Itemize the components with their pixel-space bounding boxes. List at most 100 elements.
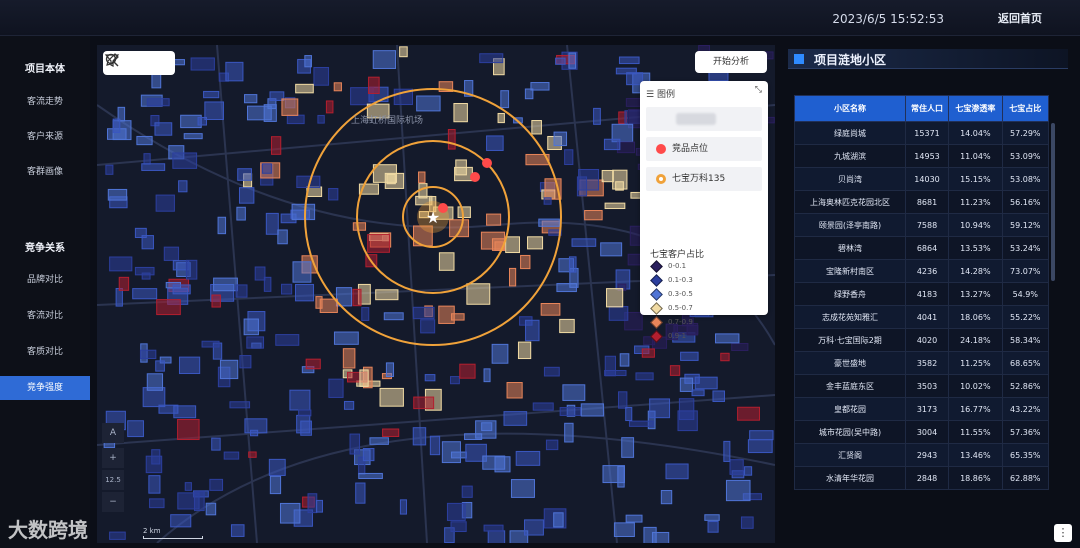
community-block[interactable] [643, 526, 657, 543]
community-block[interactable] [205, 502, 217, 516]
community-block[interactable] [127, 420, 144, 438]
community-block[interactable] [613, 522, 635, 538]
community-block[interactable] [235, 284, 248, 298]
competitor-marker[interactable] [470, 172, 480, 182]
community-block[interactable] [429, 435, 441, 456]
community-block[interactable] [244, 94, 258, 104]
community-block[interactable] [190, 57, 215, 71]
community-block[interactable] [399, 499, 407, 515]
legend-search-box[interactable] [646, 107, 762, 131]
community-block[interactable] [649, 398, 671, 419]
table-row[interactable]: 豪世盛地 3582 11.25% 68.65% [794, 351, 1050, 375]
community-block[interactable] [555, 57, 566, 65]
community-block[interactable] [319, 298, 338, 313]
community-block[interactable] [506, 382, 523, 399]
community-block[interactable] [277, 229, 288, 245]
community-block[interactable] [480, 231, 506, 250]
table-row[interactable]: 水清年华花园 2848 18.86% 62.88% [794, 466, 1050, 490]
community-block[interactable] [223, 451, 240, 460]
community-block[interactable] [618, 56, 640, 65]
community-block[interactable] [172, 284, 191, 295]
community-table-wrap[interactable]: 小区名称 常住人口 七宝渗透率 七宝占比 绿庭尚城 15371 14.04% 57.29% 九… [794, 95, 1052, 527]
table-header-cell[interactable]: 七宝占比 [1001, 95, 1050, 122]
community-block[interactable] [265, 212, 279, 235]
community-block[interactable] [115, 288, 123, 307]
community-block[interactable] [204, 101, 224, 120]
community-block[interactable] [163, 246, 180, 261]
community-block[interactable] [707, 521, 719, 533]
community-block[interactable] [438, 305, 455, 324]
community-block[interactable] [660, 490, 673, 505]
community-block[interactable] [483, 368, 491, 383]
community-block[interactable] [453, 103, 468, 123]
community-block[interactable] [136, 135, 153, 146]
community-block[interactable] [545, 439, 559, 451]
community-block[interactable] [461, 485, 473, 498]
map-view[interactable]: ★ 上海虹桥国际机场 开始分析 ☰ 图例 ⤡ 竞品点位 七宝万科135 七宝客户… [97, 45, 775, 543]
community-block[interactable] [413, 396, 435, 410]
community-block[interactable] [424, 374, 436, 382]
community-block[interactable] [520, 254, 531, 270]
community-block[interactable] [238, 187, 255, 204]
community-block[interactable] [466, 283, 491, 305]
community-block[interactable] [749, 430, 774, 441]
community-block[interactable] [141, 163, 166, 171]
community-block[interactable] [177, 418, 200, 441]
table-row[interactable]: 颐景园(泽亭南路) 7588 10.94% 59.12% [794, 213, 1050, 237]
project-star-marker[interactable]: ★ [426, 208, 440, 227]
competitor-marker[interactable] [482, 158, 492, 168]
community-block[interactable] [149, 498, 165, 509]
table-row[interactable]: 碧林湾 6864 13.53% 53.24% [794, 236, 1050, 260]
table-row[interactable]: 绿野香舟 4183 13.27% 54.9% [794, 282, 1050, 306]
legend-competitor-item[interactable]: 竞品点位 [646, 137, 762, 161]
community-block[interactable] [562, 384, 586, 401]
community-block[interactable] [564, 149, 574, 166]
community-block[interactable] [479, 53, 504, 64]
community-block[interactable] [155, 360, 165, 372]
community-block[interactable] [532, 402, 554, 411]
community-block[interactable] [263, 104, 277, 122]
community-block[interactable] [438, 252, 455, 271]
community-block[interactable] [292, 261, 312, 283]
community-block[interactable] [154, 122, 173, 136]
community-block[interactable] [747, 439, 773, 454]
zoom-in-button[interactable]: + [102, 448, 124, 468]
sidebar-item-customer-profile[interactable]: 客群画像 [0, 160, 90, 184]
community-block[interactable] [543, 366, 560, 377]
community-block[interactable] [379, 387, 404, 407]
community-block[interactable] [358, 472, 383, 480]
community-block[interactable] [725, 479, 751, 502]
community-block[interactable] [454, 166, 473, 182]
community-block[interactable] [737, 406, 760, 421]
community-block[interactable] [441, 441, 461, 464]
community-block[interactable] [178, 180, 188, 193]
community-block[interactable] [571, 238, 597, 247]
start-analysis-button[interactable]: 开始分析 [695, 51, 767, 73]
community-block[interactable] [184, 482, 192, 491]
community-block[interactable] [712, 390, 725, 402]
community-block[interactable] [289, 389, 311, 411]
community-block[interactable] [625, 406, 633, 422]
community-block[interactable] [505, 236, 521, 254]
community-block[interactable] [568, 52, 577, 69]
community-block[interactable] [568, 256, 577, 273]
community-block[interactable] [328, 188, 339, 201]
community-block[interactable] [269, 475, 282, 495]
community-block[interactable] [603, 138, 621, 151]
sidebar-item-competition-intensity[interactable]: 竞争强度 [0, 376, 90, 400]
community-block[interactable] [617, 465, 625, 488]
community-block[interactable] [352, 222, 367, 231]
community-block[interactable] [524, 519, 544, 536]
community-block[interactable] [446, 502, 466, 521]
community-block[interactable] [600, 242, 623, 257]
sidebar-item-brand-compare[interactable]: 品牌对比 [0, 268, 90, 292]
community-block[interactable] [313, 66, 330, 86]
community-block[interactable] [291, 203, 316, 221]
community-block[interactable] [383, 312, 404, 321]
community-block[interactable] [450, 521, 467, 533]
community-block[interactable] [704, 514, 720, 521]
community-block[interactable] [141, 235, 154, 250]
community-block[interactable] [447, 129, 456, 150]
community-block[interactable] [601, 169, 614, 183]
community-block[interactable] [593, 107, 601, 125]
